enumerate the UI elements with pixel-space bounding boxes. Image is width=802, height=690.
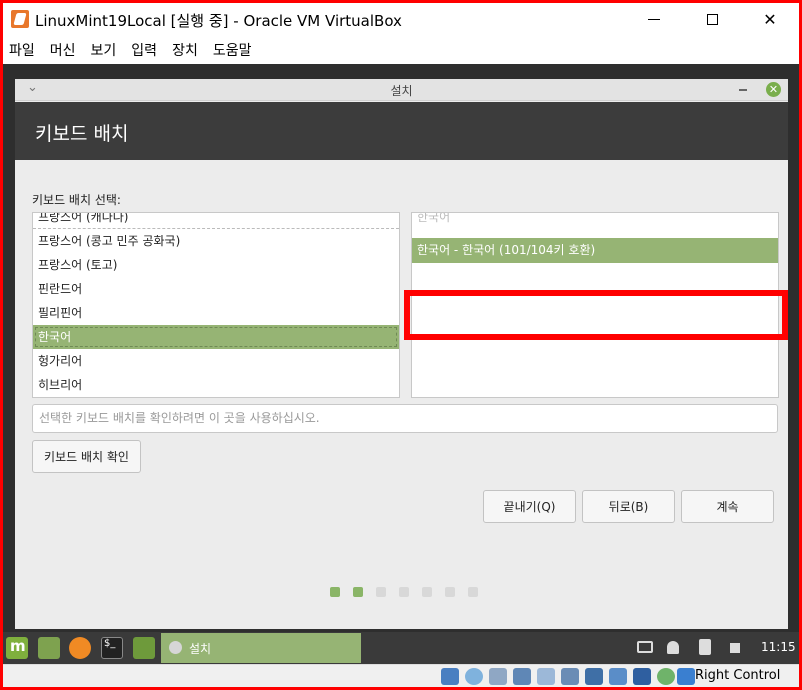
list-item-selected[interactable]: 한국어 — [33, 325, 399, 349]
optical-drive-icon[interactable] — [465, 668, 483, 685]
taskbar-task-label: 설치 — [189, 642, 212, 656]
back-button[interactable]: 뒤로(B) — [582, 490, 675, 523]
menu-machine[interactable]: 머신 — [50, 40, 76, 60]
menu-file[interactable]: 파일 — [9, 40, 35, 60]
hard-disk-icon[interactable] — [441, 668, 459, 685]
step-dot — [353, 587, 363, 597]
maximize-button[interactable] — [689, 3, 735, 35]
maximize-icon — [706, 13, 718, 25]
installer-window-title: 설치 — [390, 84, 413, 98]
layout-section-label: 키보드 배치 선택: — [32, 193, 121, 207]
close-button[interactable]: ✕ — [747, 3, 793, 35]
host-key-label: Right Control — [695, 668, 781, 683]
list-item[interactable]: 필리핀어 — [33, 301, 399, 325]
shared-folder-icon[interactable] — [561, 668, 579, 685]
vm-display: ⌄ 설치 ✕ 키보드 배치 키보드 배치 선택: 프랑스어 (캐나다) 프랑스어… — [3, 64, 799, 687]
continue-button[interactable]: 계속 — [681, 490, 774, 523]
list-item[interactable]: 헝가리어 — [33, 349, 399, 373]
step-dot — [445, 587, 455, 597]
list-item[interactable]: 히브리어 — [33, 373, 399, 397]
taskbar-task-installer[interactable]: 설치 — [161, 633, 361, 663]
step-dot — [330, 587, 340, 597]
clipboard-icon[interactable] — [699, 639, 711, 655]
step-dot — [468, 587, 478, 597]
taskbar: $_ 설치 11:15 — [3, 632, 799, 664]
display-icon[interactable] — [637, 641, 653, 653]
mint-menu-icon[interactable] — [6, 637, 28, 659]
display-icon[interactable] — [585, 668, 603, 685]
quit-button[interactable]: 끝내기(Q) — [483, 490, 576, 523]
menu-view[interactable]: 보기 — [91, 40, 117, 60]
folder-icon[interactable] — [133, 637, 155, 659]
page-title: 키보드 배치 — [35, 123, 129, 145]
window-title: LinuxMint19Local [실행 중] - Oracle VM Virt… — [35, 12, 402, 30]
installer-close-button[interactable]: ✕ — [766, 82, 781, 97]
list-item[interactable]: 핀란드어 — [33, 277, 399, 301]
menu-bar: 파일 머신 보기 입력 장치 도움말 — [3, 36, 799, 64]
menu-input[interactable]: 입력 — [131, 40, 157, 60]
keyboard-test-input[interactable]: 선택한 키보드 배치를 확인하려면 이 곳을 사용하십시오. — [32, 404, 778, 433]
installer-icon — [169, 641, 182, 654]
step-dot — [376, 587, 386, 597]
installer-window: ⌄ 설치 ✕ 키보드 배치 키보드 배치 선택: 프랑스어 (캐나다) 프랑스어… — [15, 79, 788, 629]
list-item[interactable]: 프랑스어 (토고) — [33, 253, 399, 277]
installer-titlebar: ⌄ 설치 ✕ — [15, 79, 788, 101]
step-dot — [422, 587, 432, 597]
menu-help[interactable]: 도움말 — [213, 40, 252, 60]
usb-icon[interactable] — [537, 668, 555, 685]
list-item-selected[interactable]: 한국어 - 한국어 (101/104키 호환) — [412, 238, 778, 263]
virtualbox-icon — [11, 10, 29, 28]
close-icon: ✕ — [768, 83, 779, 96]
speaker-icon[interactable] — [730, 643, 740, 653]
step-dot — [399, 587, 409, 597]
cpu-icon[interactable] — [633, 668, 651, 685]
clock[interactable]: 11:15 — [761, 640, 796, 654]
installer-minimize-button[interactable] — [739, 89, 747, 91]
minimize-icon — [648, 18, 660, 20]
firefox-icon[interactable] — [69, 637, 91, 659]
variant-list[interactable]: 한국어 한국어 - 한국어 (101/104키 호환) — [411, 212, 779, 398]
network-icon[interactable] — [513, 668, 531, 685]
vm-status-bar: Right Control — [3, 664, 799, 687]
detect-layout-button[interactable]: 키보드 배치 확인 — [32, 440, 141, 473]
mouse-integration-icon[interactable] — [657, 668, 675, 685]
terminal-icon[interactable]: $_ — [101, 637, 123, 659]
layout-list[interactable]: 프랑스어 (캐나다) 프랑스어 (콩고 민주 공화국) 프랑스어 (토고) 핀란… — [32, 212, 400, 398]
window-titlebar: LinuxMint19Local [실행 중] - Oracle VM Virt… — [3, 3, 799, 35]
keyboard-capture-icon[interactable] — [677, 668, 695, 685]
close-icon: ✕ — [763, 9, 777, 29]
installer-header: 키보드 배치 — [15, 102, 788, 160]
bell-icon[interactable] — [667, 641, 679, 654]
list-item[interactable]: 한국어 — [412, 213, 778, 229]
list-item[interactable]: 프랑스어 (콩고 민주 공화국) — [33, 229, 399, 253]
recording-icon[interactable] — [609, 668, 627, 685]
list-item[interactable]: 프랑스어 (캐나다) — [33, 213, 399, 229]
show-desktop-icon[interactable] — [38, 637, 60, 659]
menu-devices[interactable]: 장치 — [172, 40, 198, 60]
step-progress — [3, 587, 799, 597]
minimize-button[interactable] — [631, 3, 677, 35]
audio-icon[interactable] — [489, 668, 507, 685]
